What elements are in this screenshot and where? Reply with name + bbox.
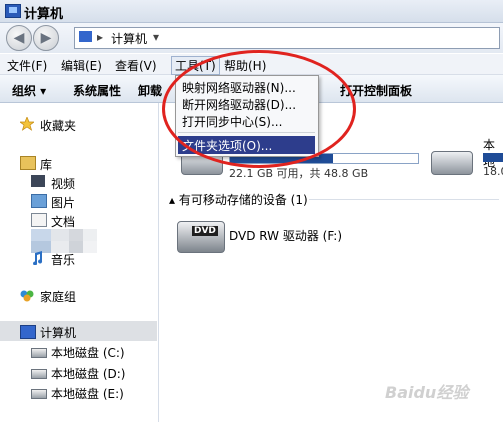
drive-2-icon[interactable]: [431, 151, 473, 175]
menu-file[interactable]: 文件(F): [7, 57, 47, 74]
drive-c-icon: [31, 348, 47, 358]
section-divider: [309, 199, 499, 200]
star-icon: [18, 116, 36, 131]
documents-icon: [31, 213, 47, 227]
navigation-pane: 收藏夹 库 视频 图片 文档 音乐 家庭组 计算机 本地磁盘 (C:) 本地磁盘…: [0, 103, 159, 422]
drive-2-info: 18.0: [483, 165, 503, 178]
computer-icon: [5, 4, 21, 18]
removable-section-header[interactable]: ▴ 有可移动存储的设备 (1): [169, 191, 308, 208]
video-icon: [31, 175, 45, 187]
music-icon: [31, 251, 43, 266]
forward-arrow-icon: ▶: [40, 30, 52, 46]
nav-computer[interactable]: 计算机: [40, 324, 76, 341]
chevron-down-icon[interactable]: ▾: [153, 30, 159, 44]
back-button[interactable]: ◀: [6, 25, 32, 51]
nav-drive-c[interactable]: 本地磁盘 (C:): [51, 344, 125, 361]
window-title: 计算机: [24, 7, 64, 22]
dvd-drive-icon[interactable]: DVD: [177, 221, 225, 253]
annotation-circle: [162, 50, 356, 168]
forward-button[interactable]: ▶: [33, 25, 59, 51]
computer-icon: [20, 325, 36, 339]
nav-drive-e[interactable]: 本地磁盘 (E:): [51, 385, 124, 402]
title-bar: 计算机: [0, 0, 503, 23]
computer-icon: [79, 31, 92, 42]
dvd-drive-name[interactable]: DVD RW 驱动器 (F:): [229, 227, 342, 244]
organize-button[interactable]: 组织 ▾: [12, 82, 46, 99]
drive-d-icon: [31, 369, 47, 379]
breadcrumb-separator-icon: ▸: [97, 30, 104, 44]
watermark: Baidu经验: [385, 383, 469, 402]
library-folder-icon: [20, 156, 36, 170]
nav-homegroup[interactable]: 家庭组: [40, 288, 76, 305]
drive-e-icon: [31, 389, 47, 399]
back-arrow-icon: ◀: [13, 30, 25, 46]
nav-videos[interactable]: 视频: [51, 175, 75, 192]
address-row: ◀ ▶ ▸ 计算机 ▾: [0, 23, 503, 53]
address-bar[interactable]: ▸ 计算机 ▾: [74, 27, 500, 49]
breadcrumb-computer[interactable]: 计算机: [111, 30, 147, 47]
dvd-badge: DVD: [192, 226, 218, 236]
nav-library[interactable]: 库: [40, 156, 52, 173]
homegroup-icon: [20, 288, 34, 302]
redacted-item: [31, 229, 97, 253]
nav-drive-d[interactable]: 本地磁盘 (D:): [51, 365, 125, 382]
system-properties-button[interactable]: 系统属性: [73, 82, 121, 99]
nav-documents[interactable]: 文档: [51, 213, 75, 230]
menu-view[interactable]: 查看(V): [115, 57, 157, 74]
menu-edit[interactable]: 编辑(E): [61, 57, 102, 74]
nav-pictures[interactable]: 图片: [51, 194, 75, 211]
drive-2-usage-bar: [483, 153, 503, 162]
pictures-icon: [31, 194, 47, 208]
nav-music[interactable]: 音乐: [51, 251, 75, 268]
nav-favorites[interactable]: 收藏夹: [40, 117, 76, 134]
uninstall-button[interactable]: 卸载: [138, 82, 162, 99]
